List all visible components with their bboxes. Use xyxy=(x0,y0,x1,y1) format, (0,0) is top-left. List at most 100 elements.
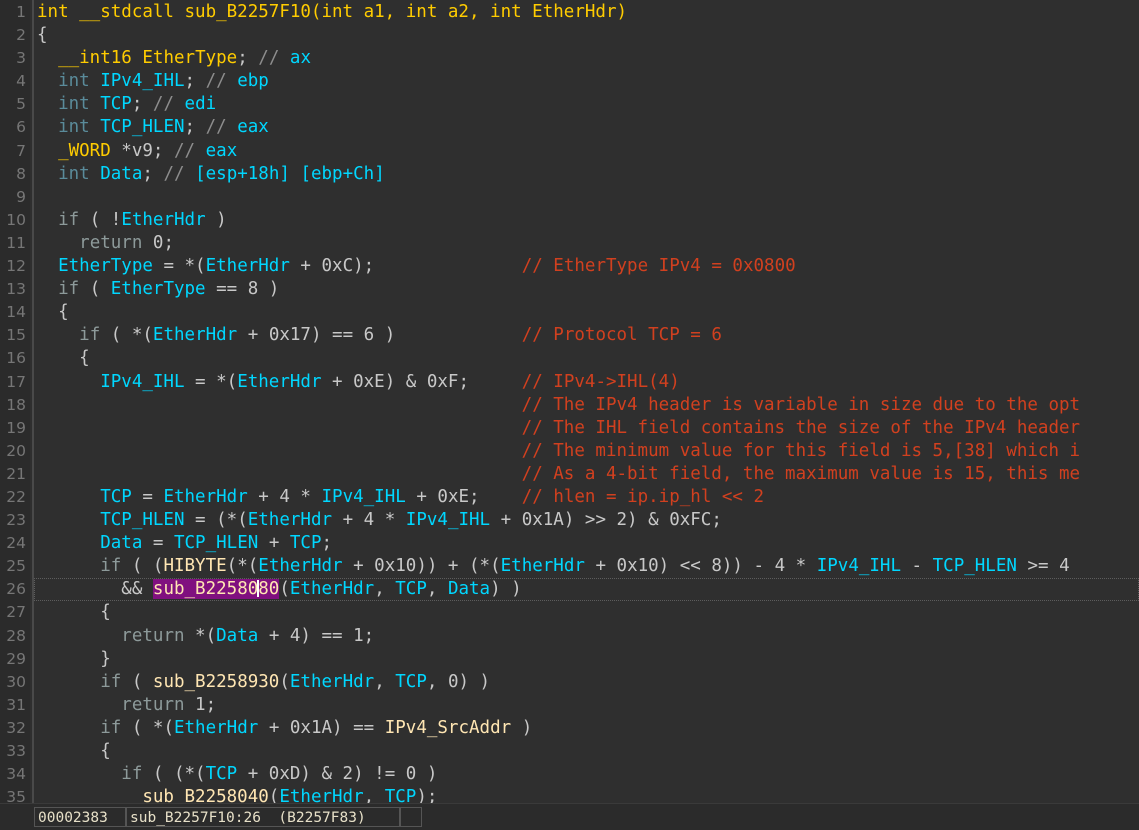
comment-padding xyxy=(480,487,522,507)
code-line-text[interactable]: } xyxy=(37,648,111,671)
code-line-text[interactable]: if ( (HIBYTE(*(EtherHdr + 0x10)) + (*(Et… xyxy=(37,555,1069,578)
code-line[interactable]: 13 if ( EtherType == 8 ) xyxy=(0,278,1139,301)
line-number: 8 xyxy=(16,164,26,183)
code-line-text[interactable]: && sub_B2258080(EtherHdr, TCP, Data) ) xyxy=(37,578,522,601)
code-comment[interactable]: // As a 4-bit field, the maximum value i… xyxy=(522,464,1080,484)
code-line[interactable]: 9 xyxy=(0,186,1139,209)
code-line-text[interactable]: return *(Data + 4) == 1; xyxy=(37,625,374,648)
code-line-text[interactable]: _WORD *v9; // eax xyxy=(37,140,237,163)
code-comment[interactable]: // The IPv4 header is variable in size d… xyxy=(522,395,1080,415)
code-line-text[interactable]: return 0; xyxy=(37,232,174,255)
line-number: 26 xyxy=(6,580,26,599)
code-line-text[interactable]: if ( *(EtherHdr + 0x17) == 6 ) // Protoc… xyxy=(37,324,722,347)
code-line[interactable]: 16 { xyxy=(0,347,1139,370)
code-line[interactable]: 24 Data = TCP_HLEN + TCP; xyxy=(0,532,1139,555)
code-line[interactable]: 29 } xyxy=(0,648,1139,671)
code-line[interactable]: 10 if ( !EtherHdr ) xyxy=(0,209,1139,232)
code-token: EtherType xyxy=(142,48,238,69)
code-line[interactable]: 32 if ( *(EtherHdr + 0x1A) == IPv4_SrcAd… xyxy=(0,717,1139,740)
code-line[interactable]: 5 int TCP; // edi xyxy=(0,93,1139,116)
code-line-text[interactable]: TCP = EtherHdr + 4 * IPv4_IHL + 0xE; // … xyxy=(37,486,764,509)
code-line-text[interactable]: // The minimum value for this field is 5… xyxy=(37,440,1080,463)
code-line-text[interactable]: int TCP_HLEN; // eax xyxy=(37,116,269,139)
code-line[interactable]: 18 // The IPv4 header is variable in siz… xyxy=(0,394,1139,417)
code-line-text[interactable]: { xyxy=(37,24,48,47)
code-line-text[interactable]: { xyxy=(37,601,111,624)
code-line[interactable]: 26 && sub_B2258080(EtherHdr, TCP, Data) … xyxy=(0,578,1139,602)
code-line-text[interactable]: int Data; // [esp+18h] [ebp+Ch] xyxy=(37,163,385,186)
code-line[interactable]: 20 // The minimum value for this field i… xyxy=(0,440,1139,463)
code-line[interactable]: 4 int IPv4_IHL; // ebp xyxy=(0,70,1139,93)
code-token: + 4 * xyxy=(332,510,406,531)
line-number: 30 xyxy=(6,672,26,691)
code-token: EtherHdr xyxy=(289,671,375,692)
code-line-text[interactable]: int IPv4_IHL; // ebp xyxy=(37,70,269,93)
code-line[interactable]: 12 EtherType = *(EtherHdr + 0xC); // Eth… xyxy=(0,255,1139,278)
highlighted-symbol[interactable]: sub_B2258080 xyxy=(152,579,280,600)
code-line-text[interactable]: int __stdcall sub_B2257F10(int a1, int a… xyxy=(37,1,627,24)
code-line[interactable]: 35 sub_B2258040(EtherHdr, TCP); xyxy=(0,786,1139,803)
code-line-text[interactable]: if ( EtherType == 8 ) xyxy=(37,278,279,301)
code-line[interactable]: 17 IPv4_IHL = *(EtherHdr + 0xE) & 0xF; /… xyxy=(0,371,1139,394)
code-comment[interactable]: // Protocol TCP = 6 xyxy=(522,325,722,345)
code-line[interactable]: 8 int Data; // [esp+18h] [ebp+Ch] xyxy=(0,163,1139,186)
pseudocode-code-view[interactable]: 1 int __stdcall sub_B2257F10(int a1, int … xyxy=(0,0,1139,803)
code-token: EtherHdr xyxy=(500,556,585,577)
code-token: = xyxy=(142,533,174,554)
code-line[interactable]: 33 { xyxy=(0,740,1139,763)
code-line[interactable]: 7 _WORD *v9; // eax xyxy=(0,140,1139,163)
code-token: EtherHdr xyxy=(289,579,375,600)
code-line-text[interactable]: Data = TCP_HLEN + TCP; xyxy=(37,532,332,555)
code-token: = (*( xyxy=(184,510,248,531)
code-line-text[interactable]: // The IPv4 header is variable in size d… xyxy=(37,394,1080,417)
code-token: + 0x10) << 8)) - 4 * xyxy=(584,556,817,577)
code-line[interactable]: 6 int TCP_HLEN; // eax xyxy=(0,116,1139,139)
code-line-text[interactable]: if ( (*(TCP + 0xD) & 2) != 0 ) xyxy=(37,763,437,786)
code-line-text[interactable]: if ( !EtherHdr ) xyxy=(37,209,227,232)
code-line-text[interactable]: return 1; xyxy=(37,694,216,717)
code-line-text[interactable]: // As a 4-bit field, the maximum value i… xyxy=(37,463,1080,486)
code-line-text[interactable]: { xyxy=(37,301,69,324)
code-line[interactable]: 11 return 0; xyxy=(0,232,1139,255)
code-line-text[interactable]: EtherType = *(EtherHdr + 0xC); // EtherT… xyxy=(37,255,796,278)
code-comment[interactable]: // hlen = ip.ip_hl << 2 xyxy=(522,487,764,507)
code-line[interactable]: 25 if ( (HIBYTE(*(EtherHdr + 0x10)) + (*… xyxy=(0,555,1139,578)
code-line-text[interactable]: if ( sub_B2258930(EtherHdr, TCP, 0) ) xyxy=(37,671,490,694)
code-line-text[interactable]: int TCP; // edi xyxy=(37,93,216,116)
code-comment[interactable]: // IPv4->IHL(4) xyxy=(522,372,680,392)
code-line[interactable]: 28 return *(Data + 4) == 1; xyxy=(0,625,1139,648)
code-token: EtherType xyxy=(58,256,153,277)
line-number: 29 xyxy=(6,649,26,668)
code-line[interactable]: 27 { xyxy=(0,601,1139,624)
code-line[interactable]: 3 __int16 EtherType; // ax xyxy=(0,47,1139,70)
code-line[interactable]: 19 // The IHL field contains the size of… xyxy=(0,417,1139,440)
code-line-text[interactable]: TCP_HLEN = (*(EtherHdr + 4 * IPv4_IHL + … xyxy=(37,509,722,532)
code-comment[interactable]: // EtherType IPv4 = 0x0800 xyxy=(522,256,796,276)
code-line-text[interactable]: IPv4_IHL = *(EtherHdr + 0xE) & 0xF; // I… xyxy=(37,371,680,394)
code-line[interactable]: 22 TCP = EtherHdr + 4 * IPv4_IHL + 0xE; … xyxy=(0,486,1139,509)
code-lines-container[interactable]: 1 int __stdcall sub_B2257F10(int a1, int … xyxy=(0,0,1139,803)
code-line-text[interactable]: if ( *(EtherHdr + 0x1A) == IPv4_SrcAddr … xyxy=(37,717,532,740)
code-line[interactable]: 34 if ( (*(TCP + 0xD) & 2) != 0 ) xyxy=(0,763,1139,786)
code-comment[interactable]: // The IHL field contains the size of th… xyxy=(522,418,1080,438)
status-address-cell: 00002383 xyxy=(34,807,126,827)
code-token: IPv4_IHL xyxy=(100,71,185,92)
code-line-text[interactable]: { xyxy=(37,740,111,763)
code-line-text[interactable]: sub_B2258040(EtherHdr, TCP); xyxy=(37,786,437,803)
code-line[interactable]: 14 { xyxy=(0,301,1139,324)
code-line[interactable]: 15 if ( *(EtherHdr + 0x17) == 6 ) // Pro… xyxy=(0,324,1139,347)
code-token: ; xyxy=(184,117,206,138)
code-line-text[interactable]: __int16 EtherType; // ax xyxy=(37,47,311,70)
code-line-text[interactable]: { xyxy=(37,347,90,370)
code-line[interactable]: 31 return 1; xyxy=(0,694,1139,717)
code-token: + 0x1A) >> 2) & 0xFC; xyxy=(490,510,722,531)
code-comment[interactable]: // The minimum value for this field is 5… xyxy=(522,441,1080,461)
code-line[interactable]: 2{ xyxy=(0,24,1139,47)
code-line[interactable]: 21 // As a 4-bit field, the maximum valu… xyxy=(0,463,1139,486)
code-line-text[interactable]: // The IHL field contains the size of th… xyxy=(37,417,1080,440)
code-line[interactable]: 23 TCP_HLEN = (*(EtherHdr + 4 * IPv4_IHL… xyxy=(0,509,1139,532)
code-line[interactable]: 1 int __stdcall sub_B2257F10(int a1, int … xyxy=(0,1,1139,24)
code-line[interactable]: 30 if ( sub_B2258930(EtherHdr, TCP, 0) ) xyxy=(0,671,1139,694)
